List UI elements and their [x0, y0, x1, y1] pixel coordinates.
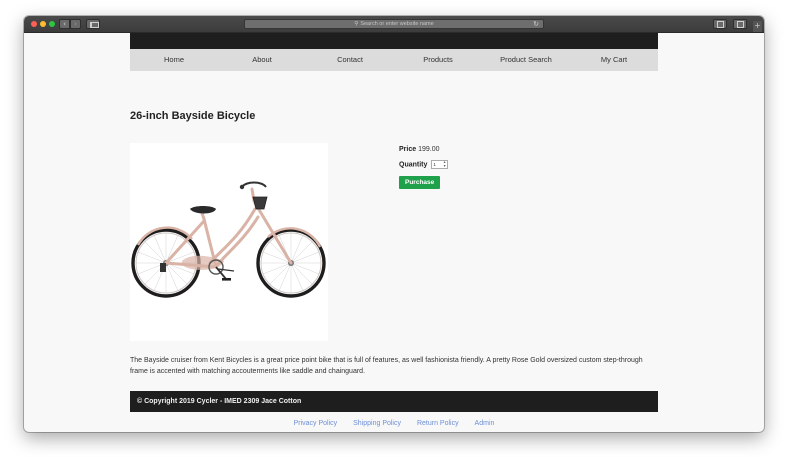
close-window-icon[interactable]	[31, 21, 37, 27]
footer-link-privacy-policy[interactable]: Privacy Policy	[294, 420, 338, 427]
address-placeholder: Search or enter website name	[360, 21, 434, 27]
product-title: 26-inch Bayside Bicycle	[130, 110, 256, 122]
browser-toolbar: ‹ › ⚲ Search or enter website name ↻ +	[24, 16, 764, 33]
bicycle-illustration	[131, 181, 326, 298]
plus-icon[interactable]: +	[753, 21, 762, 32]
nav-contact[interactable]: Contact	[306, 49, 394, 71]
tabs-icon[interactable]	[733, 19, 747, 29]
price-value: 199.00	[418, 146, 440, 153]
nav-product-search[interactable]: Product Search	[482, 49, 570, 71]
product-image	[130, 143, 328, 341]
browser-window: ‹ › ⚲ Search or enter website name ↻ + Ho…	[24, 16, 764, 432]
sidebar-icon[interactable]	[86, 19, 100, 29]
nav-my-cart[interactable]: My Cart	[570, 49, 658, 71]
stepper-arrows-icon[interactable]: ▲ ▼	[443, 160, 446, 168]
footer-links: Privacy Policy Shipping Policy Return Po…	[130, 419, 658, 429]
history-buttons: ‹ ›	[59, 19, 81, 29]
price-label: Price	[399, 146, 417, 153]
nav-home[interactable]: Home	[130, 49, 218, 71]
web-page: Home About Contact Products Product Sear…	[130, 33, 658, 427]
nav-products[interactable]: Products	[394, 49, 482, 71]
quantity-value: 1	[433, 162, 436, 167]
product-details: Price 199.00 Quantity 1 ▲ ▼ Purchase	[399, 145, 449, 189]
product-description: The Bayside cruiser from Kent Bicycles i…	[130, 357, 643, 375]
quantity-stepper[interactable]: 1 ▲ ▼	[431, 160, 449, 169]
chevron-left-icon[interactable]: ‹	[59, 19, 70, 29]
quantity-label: Quantity	[399, 161, 428, 169]
purchase-button[interactable]: Purchase	[399, 176, 441, 189]
nav-about[interactable]: About	[218, 49, 306, 71]
footer-link-return-policy[interactable]: Return Policy	[417, 420, 459, 427]
zoom-window-icon[interactable]	[49, 21, 55, 27]
share-icon[interactable]	[713, 19, 727, 29]
quantity-row: Quantity 1 ▲ ▼	[399, 160, 449, 175]
chevron-right-icon[interactable]: ›	[70, 19, 81, 29]
price-row: Price 199.00	[399, 145, 448, 160]
footer-copyright: © Copyright 2019 Cycler - IMED 2309 Jace…	[130, 391, 658, 412]
minimize-window-icon[interactable]	[40, 21, 46, 27]
address-bar[interactable]: ⚲ Search or enter website name ↻	[244, 19, 544, 29]
site-header	[130, 33, 658, 49]
footer-link-admin[interactable]: Admin	[475, 420, 495, 427]
main-nav: Home About Contact Products Product Sear…	[130, 49, 658, 71]
reload-icon[interactable]: ↻	[533, 20, 539, 28]
footer-link-shipping-policy[interactable]: Shipping Policy	[353, 420, 401, 427]
search-icon: ⚲	[354, 21, 359, 27]
